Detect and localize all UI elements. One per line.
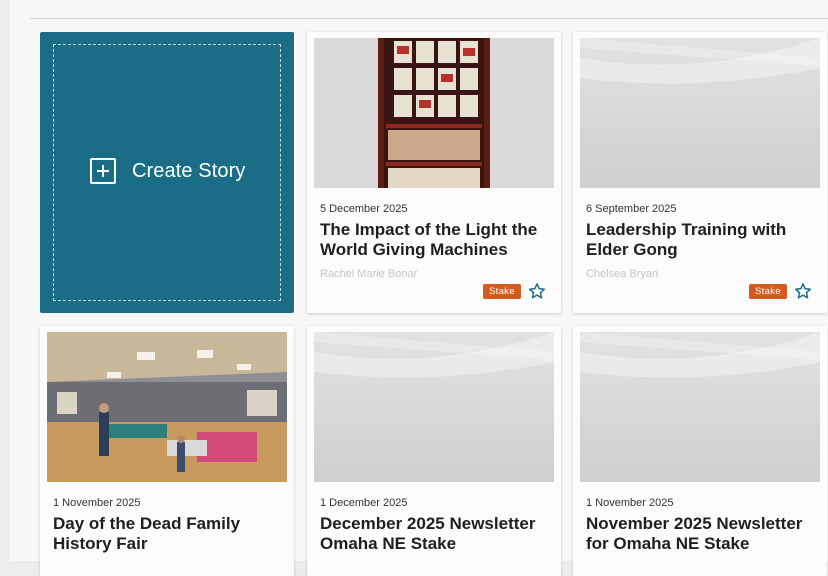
story-image-placeholder: [580, 38, 820, 188]
story-image-placeholder: [580, 332, 820, 482]
story-title[interactable]: November 2025 Newsletter for Omaha NE St…: [586, 514, 817, 554]
story-card[interactable]: 1 December 2025 December 2025 Newsletter…: [307, 326, 561, 576]
story-author: Rachel Marie Bonar: [320, 268, 418, 280]
story-date: 1 November 2025: [53, 497, 141, 509]
plus-icon: [90, 158, 116, 184]
story-card[interactable]: 1 November 2025 Day of the Dead Family H…: [40, 326, 294, 576]
story-image-placeholder: [314, 332, 554, 482]
story-card[interactable]: 1 November 2025 November 2025 Newsletter…: [573, 326, 827, 576]
star-icon[interactable]: [794, 282, 812, 300]
story-card[interactable]: 6 September 2025 Leadership Training wit…: [573, 32, 827, 313]
create-story-button[interactable]: Create Story: [40, 32, 294, 313]
story-date: 5 December 2025: [320, 203, 408, 215]
story-image-gym-event: [47, 332, 287, 482]
story-author: Chelsea Bryan: [586, 268, 659, 280]
star-icon[interactable]: [528, 282, 546, 300]
divider: [30, 18, 828, 19]
story-title[interactable]: Leadership Training with Elder Gong: [586, 220, 817, 260]
stories-page: Create Story 5 December 2025 The Impact …: [10, 0, 828, 576]
create-story-label: Create Story: [132, 159, 246, 182]
story-date: 6 September 2025: [586, 203, 677, 215]
story-title[interactable]: Day of the Dead Family History Fair: [53, 514, 284, 554]
stake-badge: Stake: [483, 284, 521, 299]
story-date: 1 December 2025: [320, 497, 408, 509]
story-date: 1 November 2025: [586, 497, 674, 509]
stake-badge: Stake: [749, 284, 787, 299]
story-title[interactable]: December 2025 Newsletter Omaha NE Stake: [320, 514, 551, 554]
story-title[interactable]: The Impact of the Light the World Giving…: [320, 220, 551, 260]
story-card[interactable]: 5 December 2025 The Impact of the Light …: [307, 32, 561, 313]
story-image-giving-machine: [314, 38, 554, 188]
